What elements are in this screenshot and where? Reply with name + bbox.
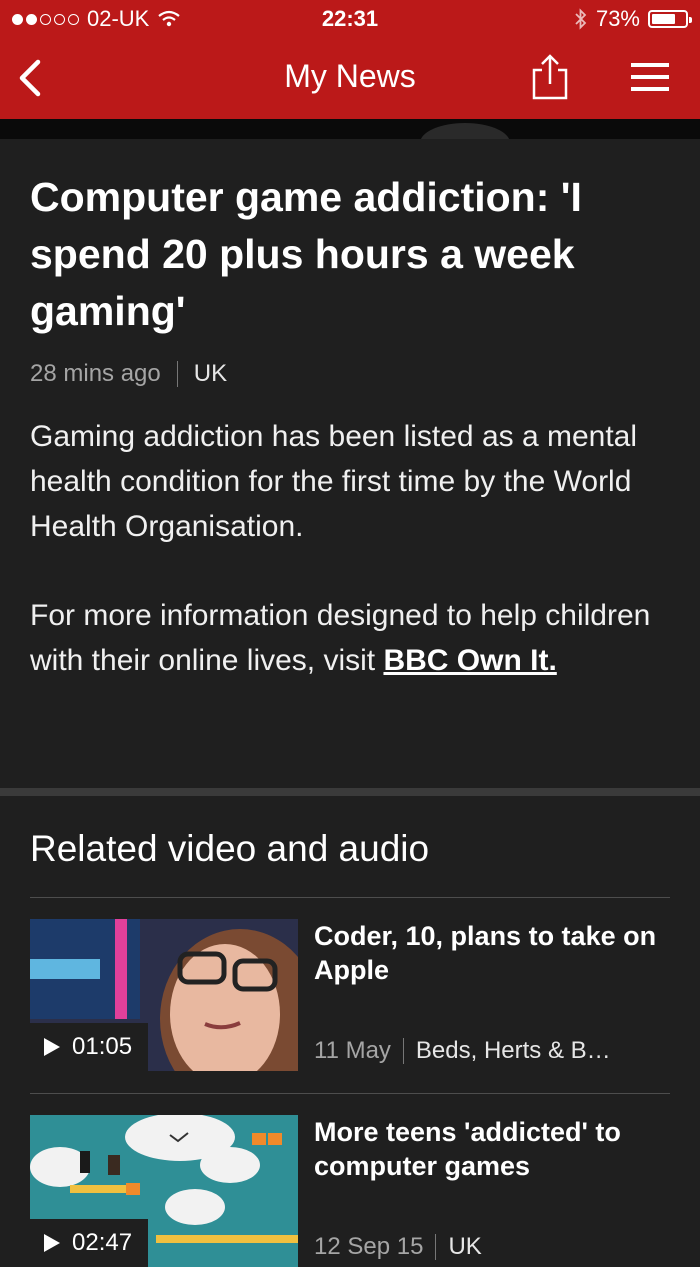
battery-icon xyxy=(648,10,692,28)
hero-image-strip xyxy=(0,119,700,139)
article-body: Gaming addiction has been listed as a me… xyxy=(30,414,670,683)
paragraph-text: For more information designed to help ch… xyxy=(30,599,651,677)
nav-bar: My News xyxy=(0,40,700,119)
related-item[interactable]: 01:05 Coder, 10, plans to take on Apple … xyxy=(30,919,670,1071)
play-icon xyxy=(44,1038,60,1056)
video-thumbnail[interactable]: 01:05 xyxy=(30,919,298,1071)
article: Computer game addiction: 'I spend 20 plu… xyxy=(30,139,670,727)
bbc-own-it-link[interactable]: BBC Own It. xyxy=(383,644,556,677)
meta-separator xyxy=(176,361,178,387)
article-category[interactable]: UK xyxy=(194,360,227,388)
status-right: 73% xyxy=(574,6,692,32)
related-heading: Related video and audio xyxy=(30,828,430,869)
nav-title: My News xyxy=(284,58,416,94)
video-duration: 01:05 xyxy=(30,1023,149,1071)
article-headline: Computer game addiction: 'I spend 20 plu… xyxy=(30,174,582,334)
status-bar: 02-UK 22:31 73% xyxy=(0,0,700,40)
hamburger-menu-icon[interactable] xyxy=(628,60,672,94)
article-meta: 28 mins ago UK xyxy=(30,360,670,388)
related-item[interactable]: 02:47 More teens 'addicted' to computer … xyxy=(30,1115,670,1267)
meta-separator xyxy=(402,1038,404,1064)
related-item-date: 11 May xyxy=(314,1037,391,1064)
battery-fill xyxy=(652,14,675,24)
share-icon[interactable] xyxy=(528,52,572,102)
related-item-category[interactable]: UK xyxy=(448,1233,481,1261)
related-item-date: 12 Sep 15 xyxy=(314,1233,424,1260)
list-divider xyxy=(30,897,670,898)
article-time: 28 mins ago xyxy=(30,360,161,387)
related-item-meta: 12 Sep 15 UK xyxy=(314,1233,482,1261)
related-item-category[interactable]: Beds, Herts & B… xyxy=(416,1037,611,1065)
list-divider xyxy=(30,1093,670,1094)
top-bar: 02-UK 22:31 73% My News xyxy=(0,0,700,119)
duration-text: 02:47 xyxy=(72,1229,133,1256)
play-icon xyxy=(44,1234,60,1252)
video-duration: 02:47 xyxy=(30,1219,149,1267)
bluetooth-icon xyxy=(575,8,587,30)
duration-text: 01:05 xyxy=(72,1033,133,1060)
meta-separator xyxy=(435,1234,437,1260)
battery-percent: 73% xyxy=(595,6,640,31)
related-item-meta: 11 May Beds, Herts & B… xyxy=(314,1037,611,1065)
article-paragraph: Gaming addiction has been listed as a me… xyxy=(30,420,638,543)
article-paragraph-link-para: For more information designed to help ch… xyxy=(30,593,670,683)
related-item-title[interactable]: More teens 'addicted' to computer games xyxy=(314,1115,670,1183)
section-divider xyxy=(0,788,700,796)
video-thumbnail[interactable]: 02:47 xyxy=(30,1115,298,1267)
related-item-title[interactable]: Coder, 10, plans to take on Apple xyxy=(314,919,670,987)
